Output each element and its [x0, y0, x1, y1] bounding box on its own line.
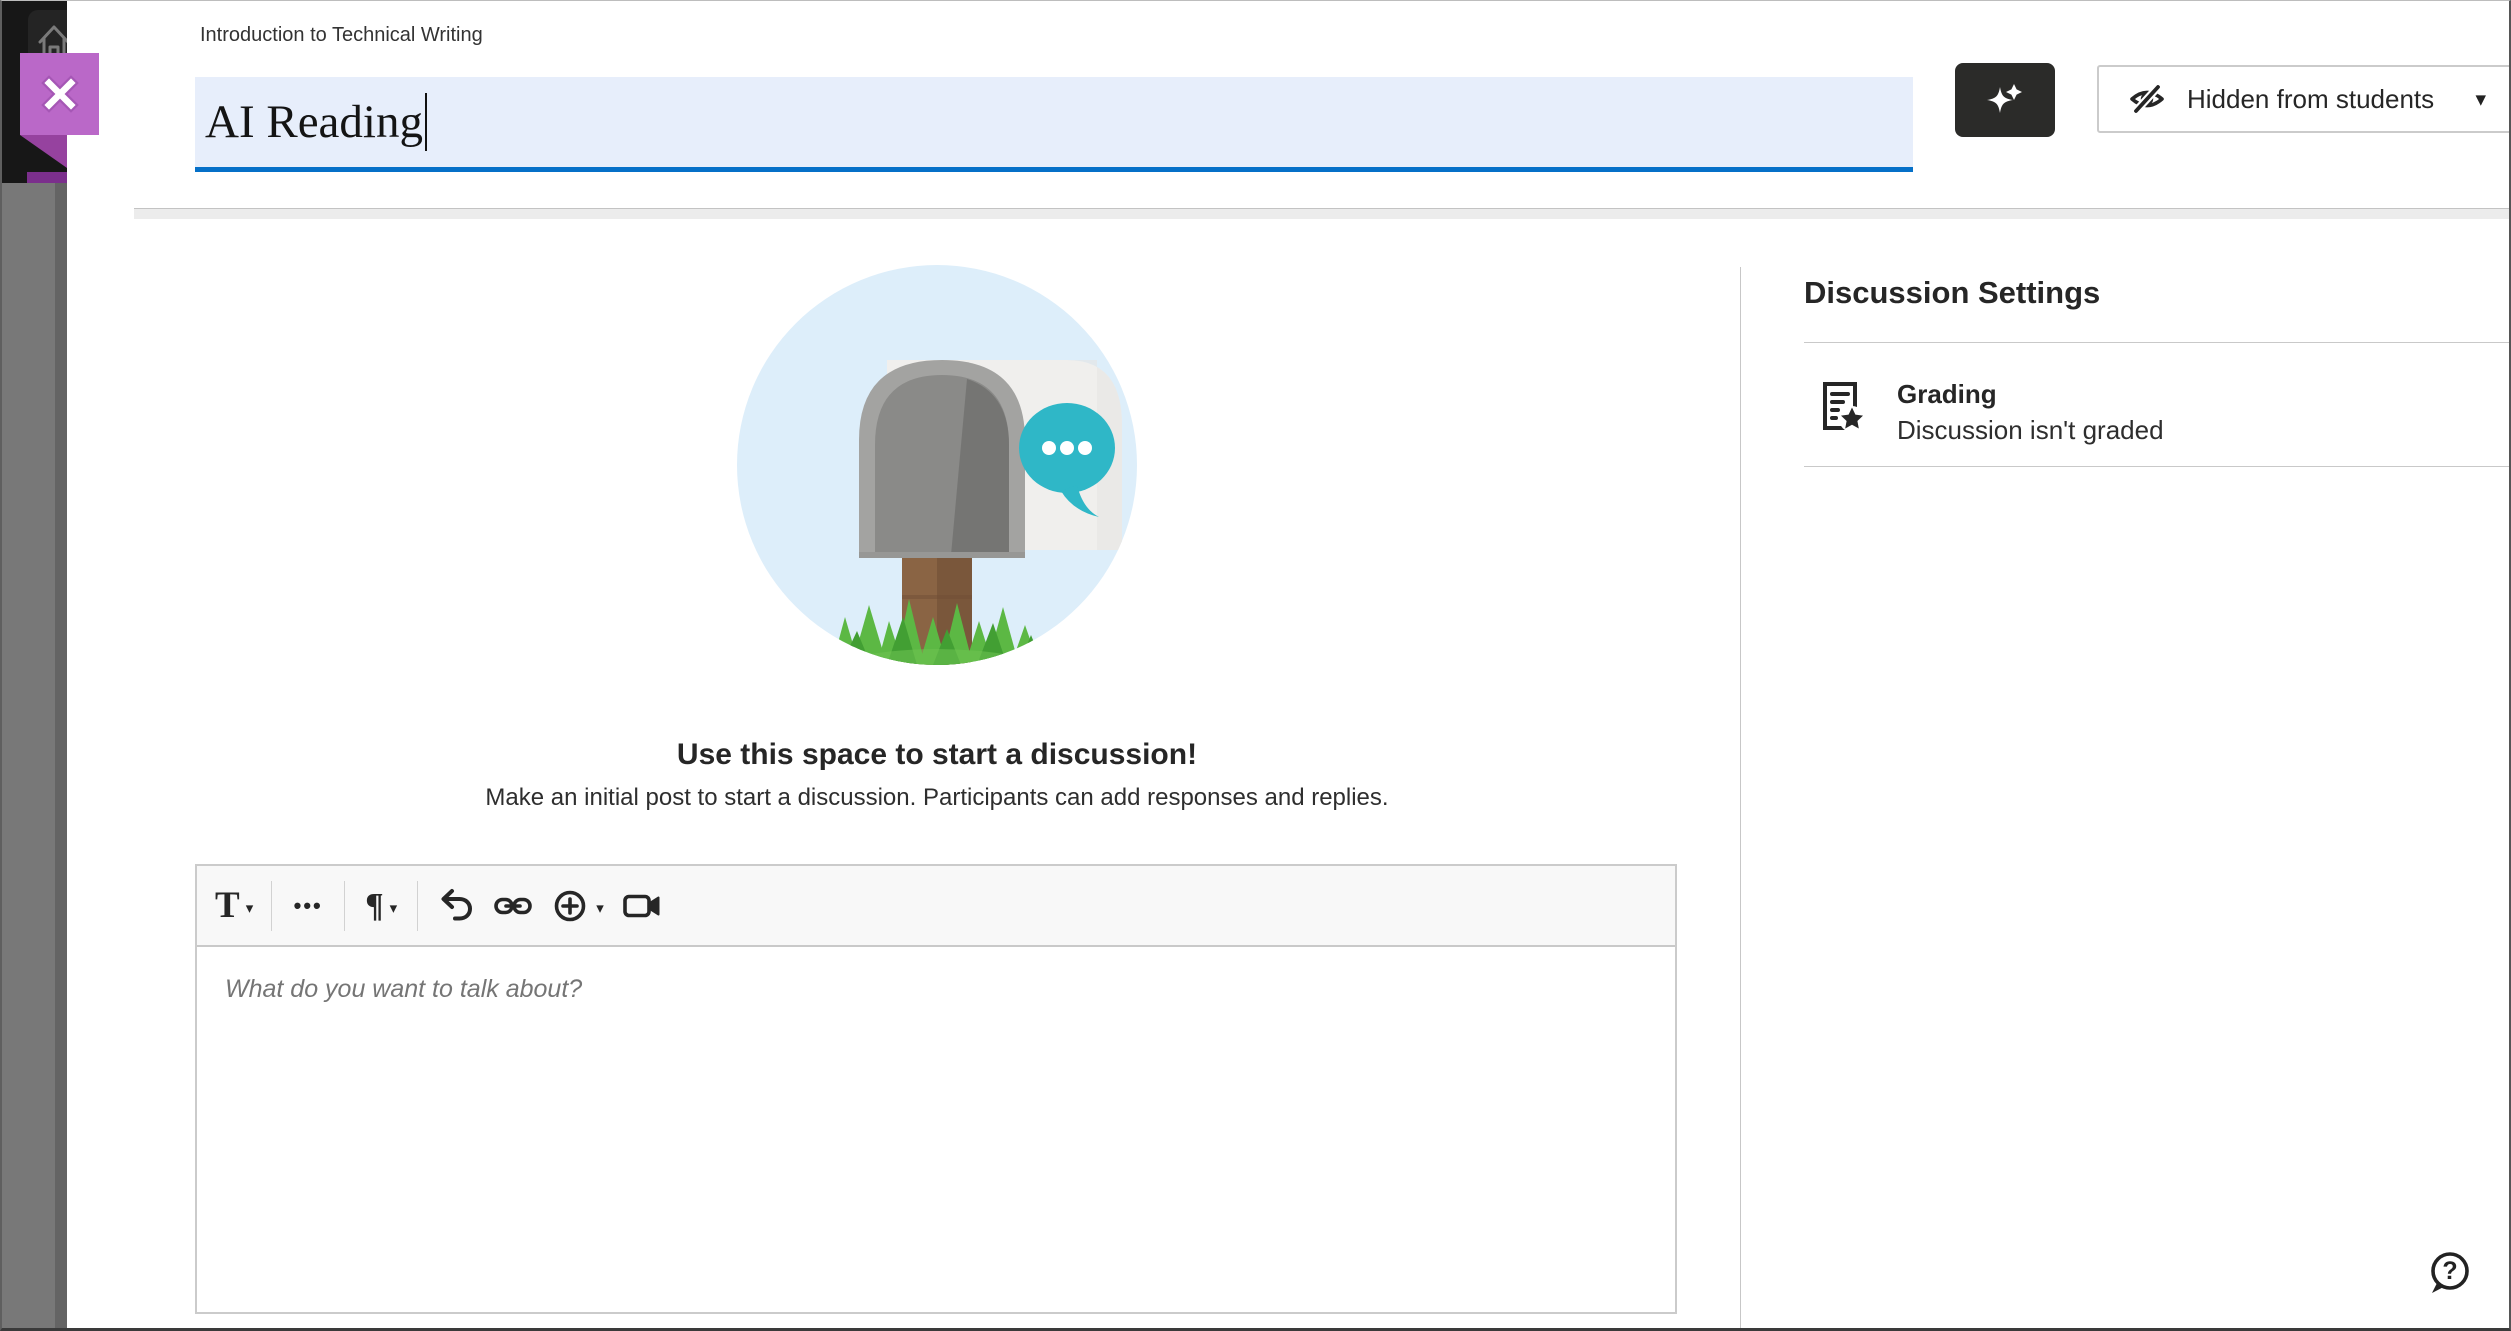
insert-link-button[interactable]: [484, 878, 542, 934]
link-icon: [492, 886, 534, 926]
undo-button[interactable]: [428, 878, 484, 934]
graded-document-icon: [1820, 381, 1868, 433]
chevron-down-icon: ▾: [246, 899, 254, 917]
ai-generate-button[interactable]: [1955, 63, 2055, 137]
more-options-button[interactable]: •••: [282, 878, 334, 934]
more-options-icon: •••: [294, 893, 323, 919]
chevron-down-icon: ▾: [596, 899, 604, 917]
toolbar-separator: [271, 881, 272, 931]
help-button[interactable]: ?: [2423, 1247, 2475, 1299]
editor-text-area[interactable]: What do you want to talk about?: [197, 947, 1675, 1310]
svg-text:?: ?: [2442, 1257, 2457, 1285]
settings-panel-title: Discussion Settings: [1804, 275, 2100, 311]
settings-divider: [1804, 342, 2511, 343]
discussion-editor-panel: Introduction to Technical Writing AI Rea…: [67, 0, 2511, 1331]
editor-placeholder: What do you want to talk about?: [225, 975, 582, 1004]
grading-status: Discussion isn't graded: [1897, 413, 2164, 447]
visibility-dropdown[interactable]: Hidden from students ▾: [2097, 65, 2511, 133]
grading-setting-row[interactable]: Grading Discussion isn't graded: [1804, 377, 2511, 457]
rich-text-editor: T ▾ ••• ¶ ▾: [195, 864, 1677, 1314]
chevron-down-icon: ▾: [390, 899, 398, 917]
close-panel-button[interactable]: [20, 53, 99, 135]
plus-circle-icon: [550, 886, 590, 926]
record-video-button[interactable]: [612, 878, 672, 934]
close-ribbon-strip: [27, 172, 67, 183]
backdrop-shadow: [55, 183, 67, 1331]
text-cursor: [425, 93, 427, 151]
editor-toolbar: T ▾ ••• ¶ ▾: [197, 866, 1675, 947]
undo-icon: [436, 886, 476, 926]
paragraph-style-button[interactable]: ¶ ▾: [355, 878, 407, 934]
discussion-title-input[interactable]: AI Reading: [195, 77, 1913, 172]
paragraph-icon: ¶: [365, 889, 383, 923]
chevron-down-icon: ▾: [2475, 87, 2486, 112]
grading-label: Grading: [1897, 377, 1997, 411]
toolbar-separator: [417, 881, 418, 931]
eye-slash-icon: [2125, 77, 2169, 121]
settings-divider: [1804, 466, 2511, 467]
toolbar-separator: [344, 881, 345, 931]
video-camera-icon: [620, 886, 664, 926]
course-breadcrumb: Introduction to Technical Writing: [200, 24, 483, 47]
discussion-title-value: AI Reading: [205, 77, 423, 167]
discussion-settings-panel: Discussion Settings Grading Discussion i…: [1741, 219, 2511, 1331]
mailbox-illustration: [737, 265, 1137, 665]
help-question-bubble-icon: ?: [2423, 1247, 2475, 1299]
text-style-button[interactable]: T ▾: [207, 878, 261, 934]
sparkles-icon: [1983, 78, 2027, 122]
x-icon: [32, 66, 88, 122]
visibility-label: Hidden from students: [2187, 84, 2434, 115]
empty-state-heading: Use this space to start a discussion!: [134, 738, 1740, 772]
text-style-icon: T: [215, 887, 240, 924]
header-divider-band: [134, 208, 2511, 219]
add-content-button[interactable]: ▾: [542, 878, 612, 934]
empty-state-subtitle: Make an initial post to start a discussi…: [134, 784, 1740, 812]
dimmed-backdrop: [0, 0, 67, 1331]
